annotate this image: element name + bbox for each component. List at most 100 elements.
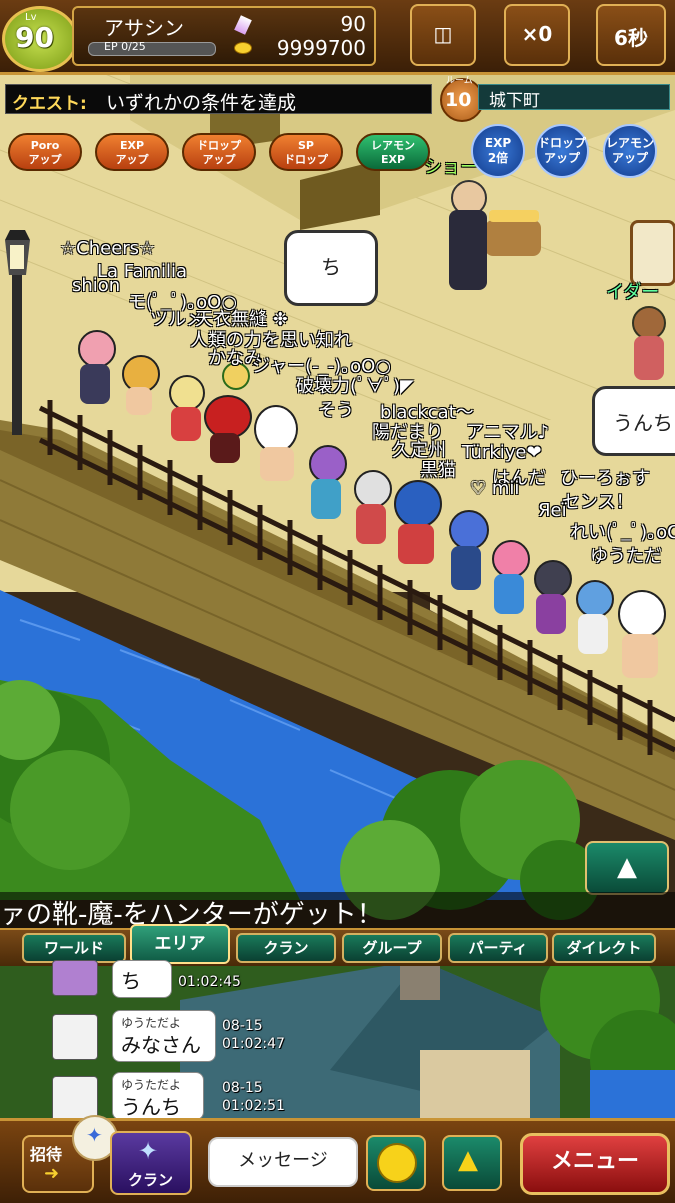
player-avatar[interactable] (120, 355, 160, 415)
buff-line2: アップ (611, 151, 648, 165)
book-icon: ◫ (433, 22, 453, 46)
player-name-label: 黒猫 (420, 460, 456, 481)
location-label: 城下町 (489, 91, 540, 111)
avatar[interactable] (52, 960, 98, 996)
level-badge: Lv 90 (2, 6, 78, 72)
message-time: 01:02:47 (222, 1036, 285, 1052)
avatar[interactable] (52, 1014, 98, 1060)
gem-count: 90 (340, 12, 366, 36)
buff-poro-up[interactable]: Poro アップ (8, 133, 82, 171)
player-avatar[interactable] (572, 580, 617, 660)
message-bubble: ち (112, 960, 172, 998)
coin-icon (234, 42, 252, 54)
message-text: みなさん (121, 1033, 201, 1057)
player-info-panel[interactable]: アサシン EP 0/25 90 9999700 (72, 6, 376, 66)
player-avatar[interactable] (488, 540, 533, 620)
player-name-label: Яeï (538, 500, 567, 521)
location-name: 城下町 (478, 84, 670, 111)
system-ticker: ァの靴-魔-をハンターがゲット！ (0, 892, 675, 930)
player-avatar[interactable] (305, 445, 350, 525)
buff-raremon-up[interactable]: レアモン アップ (603, 124, 657, 178)
tab-world[interactable]: ワールド (22, 933, 126, 963)
buff-line2: アップ (202, 153, 236, 166)
message-time: 01:02:51 (222, 1098, 285, 1114)
player-name-label: センス！ (562, 492, 634, 513)
buff-line2: EXP (380, 153, 406, 166)
bottom-bar: 招待 ➜ ✦ ✦ クラン メッセージ ▲ メニュー (0, 1115, 675, 1203)
tab-area[interactable]: エリア (130, 924, 230, 964)
gold-count: 9999700 (276, 36, 366, 60)
player-avatar[interactable] (250, 405, 305, 485)
quest-bar[interactable]: クエスト: いずれかの条件を達成 (5, 84, 432, 114)
player-name-label: れい(ﾟ_ﾟ)｡oO (570, 522, 675, 543)
chat-message[interactable]: ち 01:02:45 (0, 960, 675, 1000)
buff-line1: レアモン (605, 136, 654, 150)
message-text: ち (121, 969, 141, 993)
vendor-stall[interactable] (485, 180, 545, 270)
menu-label: メニュー (550, 1149, 639, 1174)
player-name-label: ☆Cheers☆ (60, 238, 156, 259)
player-name: アサシン (104, 16, 184, 40)
friends-book-button[interactable]: ◫ (410, 4, 476, 66)
gift-box-button[interactable]: ×0 (504, 4, 570, 66)
chat-resize-button[interactable]: ▲︎ (585, 841, 669, 895)
player-avatar[interactable] (70, 330, 120, 410)
player-name-label: 破壊力(ﾟ∀ﾟ)◤ (296, 376, 414, 397)
clan-button[interactable]: ✦ クラン (110, 1131, 192, 1195)
npc-girl[interactable] (628, 300, 673, 390)
message-text: うんち (121, 1095, 181, 1119)
tab-direct[interactable]: ダイレクト (552, 933, 656, 963)
room-label: ルーム (446, 76, 473, 86)
player-avatar[interactable] (445, 510, 490, 600)
message-date: 08-15 (222, 1080, 263, 1096)
npc-name-label: イダー (606, 282, 660, 303)
player-avatar[interactable] (350, 470, 395, 550)
player-name-label: ゆうただ (590, 546, 662, 567)
arrow-right-icon: ➜ (44, 1163, 60, 1184)
ep-label: EP 0/25 (104, 40, 146, 53)
emoji-button[interactable] (366, 1135, 426, 1191)
player-avatar[interactable] (530, 560, 575, 640)
chat-message[interactable]: ゆうただよ うんち 08-15 01:02:51 (0, 1072, 675, 1122)
buff-line1: ドロップ (537, 136, 586, 150)
buff-sp-drop[interactable]: SP ドロップ (269, 133, 343, 171)
clan-label: クラン (128, 1171, 174, 1189)
buff-line1: SP (298, 139, 314, 152)
buff-line2: ドロップ (284, 153, 328, 166)
stamp-button[interactable]: ▲ (442, 1135, 502, 1191)
message-time: 01:02:45 (178, 974, 241, 990)
message-date: 08-15 (222, 1018, 263, 1034)
message-placeholder: メッセージ (238, 1150, 328, 1171)
player-name-label: Türkiye❤ (462, 442, 542, 463)
buff-line1: EXP (119, 139, 145, 152)
player-name-label: そう (318, 400, 354, 421)
tab-group[interactable]: グループ (342, 933, 442, 963)
speech-bubble: ち (284, 230, 378, 306)
player-name-label: shion (72, 275, 121, 296)
buff-line1: Poro (30, 139, 60, 152)
buff-line1: EXP (484, 136, 512, 150)
player-avatar[interactable] (390, 480, 445, 570)
quest-text: いずれかの条件を達成 (106, 92, 297, 114)
tab-clan[interactable]: クラン (236, 933, 336, 963)
tab-party[interactable]: パーティ (448, 933, 548, 963)
buff-line2: 2倍 (487, 151, 509, 165)
message-input[interactable]: メッセージ (208, 1137, 358, 1187)
buff-line1: レアモン (371, 139, 415, 152)
player-avatar[interactable] (200, 395, 255, 465)
npc-vendor[interactable] (445, 180, 490, 300)
buff-drop-up-round[interactable]: ドロップ アップ (535, 124, 589, 178)
expand-collapse-icon: ▲︎ (617, 852, 637, 882)
chat-message[interactable]: ゆうただよ みなさん 08-15 01:02:47 (0, 1010, 675, 1066)
clan-emblem-icon: ✦ (138, 1137, 159, 1165)
player-name-label: ひーろぉす (560, 468, 650, 489)
buff-line2: アップ (28, 153, 62, 166)
player-avatar[interactable] (612, 590, 672, 690)
buff-raremon-exp[interactable]: レアモン EXP (356, 133, 430, 171)
shop-name-label: ショー (424, 157, 478, 178)
buff-drop-up[interactable]: ドロップ アップ (182, 133, 256, 171)
buff-exp-up[interactable]: EXP アップ (95, 133, 169, 171)
buff-exp-double[interactable]: EXP 2倍 (471, 124, 525, 178)
timer-button[interactable]: 6秒 (596, 4, 666, 66)
menu-button[interactable]: メニュー (520, 1133, 670, 1195)
